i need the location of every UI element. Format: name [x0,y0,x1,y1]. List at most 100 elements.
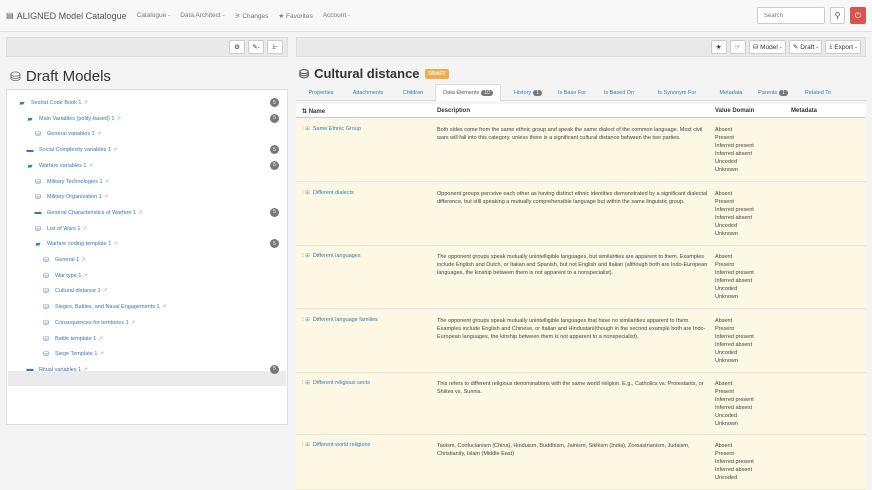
column-header-name[interactable]: ⇅ Name [302,108,325,115]
search-button[interactable]: ⚲ [830,7,845,24]
draft-dropdown[interactable]: ✎ Draft - [788,40,823,54]
tab-history[interactable]: History 1 [509,84,547,101]
brand[interactable]: ▤ ALIGNED Model Catalogue [6,11,127,21]
nav-account[interactable]: Account - [323,12,350,19]
tree-item[interactable]: ⛁ General variables 1 ↗ [33,127,101,141]
nav-favorites[interactable]: ★ Favorites [278,12,312,20]
tree-item[interactable]: ⛁ Military Technologies 1 ↗ [33,175,109,189]
column-header-value-domain: Value Domain [715,108,755,114]
external-link-icon[interactable]: ↗ [88,163,93,169]
external-link-icon[interactable]: ↗ [97,131,102,137]
nav-data-architect[interactable]: Data Architect - [180,12,224,19]
tree-item[interactable]: ⛁ War type 1 ↗ [41,269,88,283]
tab-attachments[interactable]: Attachments [346,84,390,101]
cubes-icon: ⛁ [43,351,49,359]
power-icon: ⏻ [854,10,862,20]
tab-label: Data Elements [443,89,480,96]
expand-icon[interactable]: ⁝ ⊞ [302,190,310,196]
data-element-link[interactable]: ⁝ ⊞ Different languages [302,253,361,259]
external-link-icon[interactable]: ↗ [104,194,109,200]
tab-is-synonym-for[interactable]: Is Synonym For [646,84,708,101]
cubes-icon: ⛁ [43,304,49,312]
nav-changes[interactable]: ⚞ Changes [235,12,269,20]
cubes-icon: ⛁ [35,178,41,186]
tree-item[interactable]: ⛁ Cultural distance 1 ↗ [41,284,107,298]
download-icon: ⤓- [272,43,278,50]
child-count-badge: 5 [270,364,279,374]
expand-icon[interactable]: ⁝ ⊞ [302,380,310,386]
tab-is-base-for[interactable]: Is Base For [552,84,592,101]
external-link-icon[interactable]: ↗ [105,179,110,185]
external-link-icon[interactable]: ↗ [82,226,87,232]
value-domain-item: Present [715,389,734,395]
tab-related-to[interactable]: Related To [798,84,838,101]
external-link-icon[interactable]: ↗ [113,147,118,153]
external-link-icon[interactable]: ↗ [83,367,88,373]
favorite-button[interactable]: ★ [710,40,727,54]
cubes-icon: ⛁ [43,288,49,296]
model-dropdown[interactable]: ⛁ Model - [748,40,786,54]
value-domain-item: Uncoded [715,286,738,292]
download-button[interactable]: ⤓- [267,40,283,54]
tree-item[interactable]: ▬ Ritual variables 1 ↗ [25,363,88,377]
tab-metadata[interactable]: Metadata [714,84,748,101]
tree-item[interactable]: ⛁ Consequences for territories 1 ↗ [41,316,135,330]
tree-item-label: General variables 1 [47,131,95,138]
tab-data-elements[interactable]: Data Elements 10 [435,84,501,101]
tree-item[interactable]: ▰ Main Variables (polity-based) 1 ↗ [25,112,121,126]
external-link-icon[interactable]: ↗ [162,304,167,310]
tree-item[interactable]: ⛁ Military Organization 1 ↗ [33,190,108,204]
link-button[interactable]: ☞ [729,40,746,54]
external-link-icon[interactable]: ↗ [103,288,108,294]
logout-button[interactable]: ⏻ [850,7,866,24]
external-link-icon[interactable]: ↗ [113,241,118,247]
nav-catalogue[interactable]: Catalogue - [137,12,171,19]
element-title-label: Cultural distance [314,66,420,81]
data-element-link[interactable]: ⁝ ⊞ Different world religions [302,442,370,448]
tree-item[interactable]: ▬ General Characteristics of Warfare 1 ↗ [33,206,143,220]
external-link-icon[interactable]: ↗ [131,320,136,326]
tab-parents[interactable]: Parents 1 [753,84,793,101]
search-input[interactable] [757,7,825,24]
tree-item[interactable]: ⛁ List of Wars 1 ↗ [33,222,87,236]
table-row: ⁝ ⊞ Different languages The opponent group… [296,247,866,309]
data-element-link[interactable]: ⁝ ⊞ Different dialects [302,190,354,196]
value-domain-cell: Absent Present Inferred present Inferred ab… [715,253,754,301]
tree-item[interactable]: ▰ Warfare coding template 1 ↗ [33,237,118,251]
folder-icon: ▬ [26,366,34,374]
external-link-icon[interactable]: ↗ [98,336,103,342]
data-element-link[interactable]: ⁝ ⊞ Same Ethnic Group [302,126,361,132]
folder-open-icon: ▰ [35,241,41,249]
tab-is-based-on[interactable]: Is Based On [598,84,640,101]
external-link-icon[interactable]: ↗ [83,100,88,106]
external-link-icon[interactable]: ↗ [83,273,88,279]
expand-icon[interactable]: ⁝ ⊞ [302,253,310,259]
external-link-icon[interactable]: ↗ [116,116,121,122]
pencil-icon: ✎- [252,44,260,51]
tab-children[interactable]: Children [396,84,430,101]
tree-item[interactable]: ▰ Warfare variables 1 ↗ [25,159,93,173]
top-navbar: ▤ ALIGNED Model Catalogue Catalogue - Da… [0,0,872,32]
edit-button[interactable]: ✎- [248,40,264,54]
value-domain-item: Inferred absent [715,278,752,284]
tree-item[interactable]: ▰ Seshat Code Book 1 ↗ [17,96,88,110]
export-dropdown[interactable]: ⤓ Export - [825,40,861,54]
cubes-icon: ⛁ [35,225,41,233]
external-link-icon[interactable]: ↗ [99,351,104,357]
settings-button[interactable]: ⚙ [229,40,245,54]
expand-icon[interactable]: ⁝ ⊞ [302,442,310,448]
external-link-icon[interactable]: ↗ [81,257,86,263]
child-count-badge: 5 [270,113,279,123]
data-element-link[interactable]: ⁝ ⊞ Different religious sects [302,380,370,386]
external-link-icon[interactable]: ↗ [138,210,143,216]
tree-item[interactable]: ⛁ Siege Template 1 ↗ [41,347,104,361]
expand-icon[interactable]: ⁝ ⊞ [302,126,310,132]
tree-item[interactable]: ⛁ Battle template 1 ↗ [41,332,103,346]
tab-properties[interactable]: Properties [302,84,340,101]
tree-item[interactable]: ▬ Social Complexity variables 1 ↗ [25,143,118,157]
tree-item[interactable]: ⛁ General 1 ↗ [41,253,86,267]
value-domain-item: Present [715,199,734,205]
data-element-link[interactable]: ⁝ ⊞ Different language families [302,317,378,323]
expand-icon[interactable]: ⁝ ⊞ [302,317,310,323]
tree-item[interactable]: ⛁ Sieges, Battles, and Naval Engagements … [41,300,166,314]
